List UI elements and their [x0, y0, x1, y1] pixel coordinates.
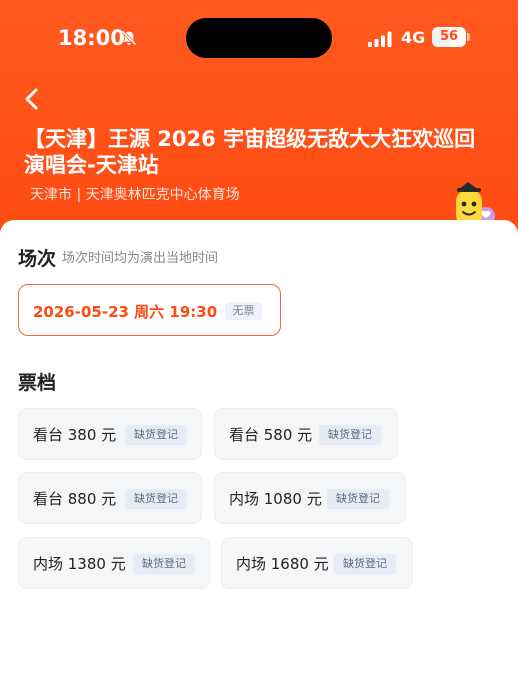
dynamic-island [186, 18, 332, 58]
bell-off-icon [121, 30, 137, 46]
page-title: 【天津】王源 2026 宇宙超级无敌大大狂欢巡回演唱会-天津站 [24, 127, 476, 177]
signal-icon [368, 31, 392, 47]
ticket-label: 看台 380 元 [33, 426, 117, 444]
header-banner: 18:00 4G 56 【天津】王源 2026 宇宙超级无敌大大狂欢巡回演唱会-… [0, 0, 518, 240]
ticket-label: 看台 580 元 [229, 426, 313, 444]
session-datetime: 2026-05-23 周六 19:30 [33, 303, 218, 321]
ticket-option[interactable]: 内场 1380 元 缺货登记 [18, 537, 210, 589]
tickets-section-title: 票档 [18, 372, 57, 394]
session-section-hint: 场次时间均为演出当地时间 [62, 251, 219, 266]
ticket-label: 内场 1080 元 [229, 490, 322, 508]
session-section-title: 场次 [18, 248, 57, 270]
battery-icon: 56 [432, 27, 470, 47]
ticket-option[interactable]: 内场 1080 元 缺货登记 [214, 472, 406, 524]
ticket-badge: 缺货登记 [319, 425, 381, 445]
ticket-label: 看台 880 元 [33, 490, 117, 508]
ticket-option[interactable]: 看台 880 元 缺货登记 [18, 472, 202, 524]
ticket-badge: 缺货登记 [334, 554, 396, 574]
ticket-badge: 缺货登记 [125, 489, 187, 509]
session-status-badge: 无票 [225, 302, 262, 320]
venue-text: 天津市 | 天津奥林匹克中心体育场 [30, 187, 240, 203]
ticket-badge: 缺货登记 [133, 554, 195, 574]
session-option[interactable]: 2026-05-23 周六 19:30 无票 [18, 284, 281, 336]
ticket-option[interactable]: 看台 580 元 缺货登记 [214, 408, 398, 460]
ticket-option[interactable]: 看台 380 元 缺货登记 [18, 408, 202, 460]
chevron-left-icon[interactable] [20, 86, 44, 112]
battery-percent: 56 [439, 29, 459, 44]
network-type: 4G [401, 28, 426, 47]
ticket-badge: 缺货登记 [125, 425, 187, 445]
ticket-badge: 缺货登记 [327, 489, 389, 509]
status-time: 18:00 [58, 26, 125, 50]
ticket-option[interactable]: 内场 1680 元 缺货登记 [221, 537, 413, 589]
ticket-label: 内场 1680 元 [236, 555, 329, 573]
battery-tip [467, 33, 470, 41]
status-bar: 18:00 4G 56 [0, 0, 518, 72]
ticket-label: 内场 1380 元 [33, 555, 126, 573]
